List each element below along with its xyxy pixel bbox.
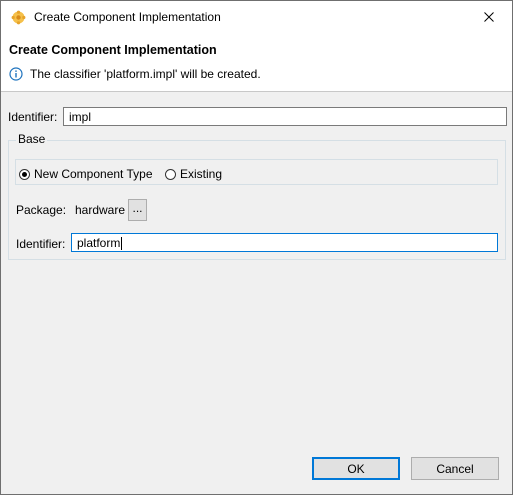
radio-new-component-type[interactable]: New Component Type <box>19 167 153 181</box>
radio-existing[interactable]: Existing <box>165 167 222 181</box>
title-bar[interactable]: Create Component Implementation <box>1 1 512 33</box>
package-label: Package: <box>16 203 67 217</box>
cancel-button[interactable]: Cancel <box>411 457 499 480</box>
info-icon <box>9 67 23 81</box>
identifier-input[interactable]: impl <box>63 107 507 126</box>
radio-existing-label: Existing <box>180 167 223 181</box>
text-caret <box>121 237 123 251</box>
ok-button[interactable]: OK <box>312 457 400 480</box>
base-identifier-input[interactable]: platform <box>71 233 498 252</box>
dialog-heading: Create Component Implementation <box>9 43 217 57</box>
close-icon[interactable] <box>466 1 512 33</box>
base-identifier-value: platform <box>77 236 121 250</box>
dialog-window: Create Component Implementation Create C… <box>0 0 513 495</box>
radio-selected-icon <box>19 168 30 180</box>
identifier-value: impl <box>69 110 92 124</box>
app-icon <box>11 10 26 25</box>
dialog-header: Create Component Implementation The clas… <box>1 33 512 92</box>
base-group-label: Base <box>16 132 48 146</box>
radio-unselected-icon <box>165 168 176 180</box>
package-value: hardware <box>75 203 126 217</box>
base-identifier-label: Identifier: <box>16 237 66 251</box>
identifier-label: Identifier: <box>8 110 58 124</box>
browse-package-button[interactable]: ... <box>128 199 147 221</box>
radio-new-label: New Component Type <box>34 167 153 181</box>
info-message: The classifier 'platform.impl' will be c… <box>30 67 261 81</box>
window-title: Create Component Implementation <box>34 10 221 24</box>
